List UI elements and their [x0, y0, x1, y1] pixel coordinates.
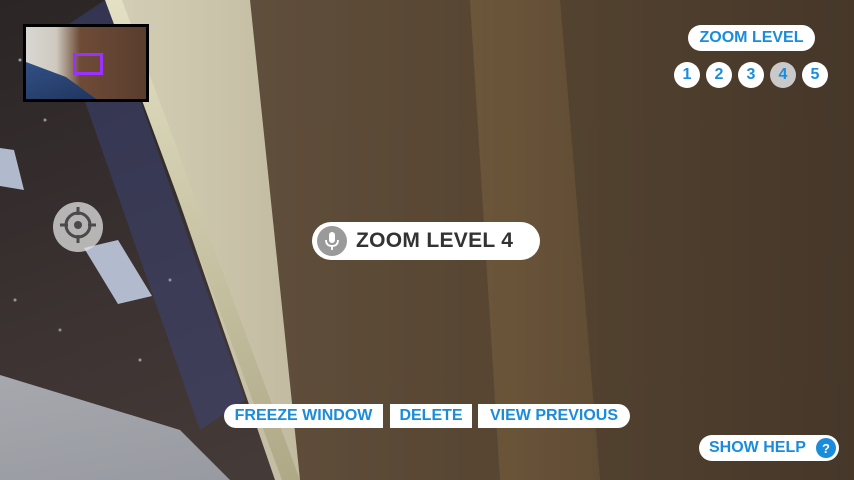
magnifier-viewport: ZOOM LEVEL 1 2 3 4 5 ZOOM LEVEL 4 FREEZE… [0, 0, 854, 480]
zoom-level-5-label: 5 [810, 66, 820, 83]
voice-status-toast: ZOOM LEVEL 4 [312, 222, 540, 260]
view-previous-label: VIEW PREVIOUS [489, 407, 619, 424]
zoom-level-3-button[interactable]: 3 [738, 62, 764, 88]
show-help-label: SHOW HELP [709, 439, 806, 456]
recenter-button[interactable] [53, 202, 103, 252]
zoom-level-label: ZOOM LEVEL [688, 25, 815, 51]
help-icon: ? [816, 438, 836, 458]
zoom-level-3-label: 3 [746, 66, 756, 83]
view-previous-button[interactable]: VIEW PREVIOUS [478, 404, 630, 428]
microphone-icon [317, 226, 347, 256]
zoom-level-label-text: ZOOM LEVEL [699, 29, 804, 46]
freeze-window-button[interactable]: FREEZE WINDOW [224, 404, 383, 428]
delete-label: DELETE [399, 407, 463, 424]
zoom-level-buttons: 1 2 3 4 5 [674, 62, 834, 88]
voice-status-text: ZOOM LEVEL 4 [356, 229, 514, 252]
zoom-level-5-button[interactable]: 5 [802, 62, 828, 88]
zoom-level-2-label: 2 [714, 66, 724, 83]
zoom-level-2-button[interactable]: 2 [706, 62, 732, 88]
zoom-level-4-button[interactable]: 4 [770, 62, 796, 88]
show-help-button[interactable]: SHOW HELP ? [699, 435, 839, 461]
zoom-level-1-label: 1 [682, 66, 692, 83]
zoom-level-4-label: 4 [778, 66, 788, 83]
delete-button[interactable]: DELETE [390, 404, 472, 428]
minimap-viewport-frame[interactable] [73, 53, 103, 75]
freeze-window-label: FREEZE WINDOW [234, 407, 373, 424]
minimap[interactable] [23, 24, 149, 102]
crosshair-icon [58, 205, 98, 250]
zoom-level-1-button[interactable]: 1 [674, 62, 700, 88]
